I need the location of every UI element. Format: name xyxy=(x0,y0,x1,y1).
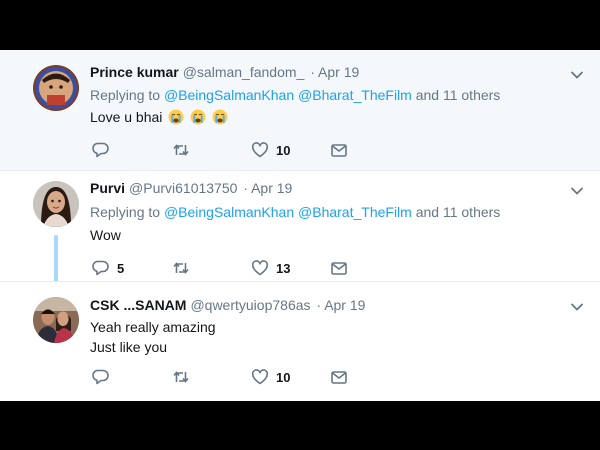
avatar[interactable] xyxy=(33,65,79,111)
reply-icon xyxy=(92,142,109,158)
avatar[interactable] xyxy=(33,181,79,227)
like-count: 13 xyxy=(276,260,291,276)
like-button[interactable]: 10 xyxy=(251,367,290,387)
chevron-down-icon[interactable] xyxy=(570,184,584,198)
display-name[interactable]: CSK ...SANAM xyxy=(90,297,186,313)
tweet-date[interactable]: Apr 19 xyxy=(318,64,359,80)
reply-count: 5 xyxy=(117,260,125,276)
tweet-actions: 5 13 xyxy=(90,258,360,278)
crying-face-icon xyxy=(212,109,228,125)
reply-button[interactable]: 5 xyxy=(92,258,124,278)
retweet-button[interactable] xyxy=(172,140,190,160)
crying-face-icon xyxy=(190,109,206,125)
tweet-header: Prince kumar @salman_fandom_ · Apr 19 xyxy=(90,64,359,80)
like-button[interactable]: 13 xyxy=(251,258,290,278)
tweet-date[interactable]: Apr 19 xyxy=(251,180,292,196)
retweet-button[interactable] xyxy=(172,258,190,278)
tweet-text: Yeah really amazing Just like you xyxy=(90,317,216,357)
tweet-text-line: Just like you xyxy=(90,339,168,355)
mention-link[interactable]: @BeingSalmanKhan xyxy=(164,204,294,220)
tweet-header: Purvi @Purvi61013750 · Apr 19 xyxy=(90,180,292,196)
tweet-text: Wow xyxy=(90,225,121,245)
tweet-header: CSK ...SANAM @qwertyuiop786as · Apr 19 xyxy=(90,297,365,313)
chevron-down-icon[interactable] xyxy=(570,68,584,82)
mention-link[interactable]: @BeingSalmanKhan xyxy=(164,87,294,103)
separator-dot: · xyxy=(243,180,249,196)
mention-link[interactable]: @Bharat_TheFilm xyxy=(298,87,412,103)
tweet-reply-purvi[interactable]: Purvi @Purvi61013750 · Apr 19 Replying to @… xyxy=(0,171,600,293)
tweet-date[interactable]: Apr 19 xyxy=(324,297,365,313)
like-button[interactable]: 10 xyxy=(251,140,290,160)
reply-icon xyxy=(92,369,109,385)
user-handle[interactable]: @Purvi61013750 xyxy=(129,180,237,196)
replies-panel: Prince kumar @salman_fandom_ · Apr 19 Reply… xyxy=(0,50,600,401)
direct-message-button[interactable] xyxy=(330,140,348,160)
direct-message-button[interactable] xyxy=(330,367,348,387)
like-count: 10 xyxy=(276,142,291,158)
display-name[interactable]: Prince kumar xyxy=(90,64,179,80)
heart-icon xyxy=(251,260,269,276)
tweet-text-line: Yeah really amazing xyxy=(90,319,216,335)
display-name[interactable]: Purvi xyxy=(90,180,125,196)
separator-dot: · xyxy=(310,64,316,80)
replying-to: Replying to @BeingSalmanKhan @Bharat_The… xyxy=(90,87,500,103)
tweet-text-content: Wow xyxy=(90,227,121,243)
others-link[interactable]: and 11 others xyxy=(416,87,501,103)
reply-button[interactable] xyxy=(92,140,117,160)
reply-button[interactable] xyxy=(92,367,117,387)
envelope-icon xyxy=(331,144,347,157)
heart-icon xyxy=(251,142,269,158)
direct-message-button[interactable] xyxy=(330,258,348,278)
envelope-icon xyxy=(331,262,347,275)
replying-to: Replying to @BeingSalmanKhan @Bharat_The… xyxy=(90,204,500,220)
user-handle[interactable]: @qwertyuiop786as xyxy=(190,297,310,313)
like-count: 10 xyxy=(276,369,291,385)
mention-link[interactable]: @Bharat_TheFilm xyxy=(298,204,412,220)
retweet-icon xyxy=(173,144,189,156)
replying-to-label: Replying to xyxy=(90,87,161,103)
tweet-reply-prince-kumar[interactable]: Prince kumar @salman_fandom_ · Apr 19 Reply… xyxy=(0,50,600,171)
replying-to-label: Replying to xyxy=(90,204,161,220)
heart-icon xyxy=(251,369,269,385)
retweet-icon xyxy=(173,262,189,274)
envelope-icon xyxy=(331,371,347,384)
crying-face-icon xyxy=(168,109,184,125)
others-link[interactable]: and 11 others xyxy=(416,204,501,220)
tweet-text-content: Love u bhai xyxy=(90,109,163,125)
tweet-reply-csk-sanam[interactable]: CSK ...SANAM @qwertyuiop786as · Apr 19 Yeah… xyxy=(0,281,600,401)
tweet-actions: 10 xyxy=(90,367,360,387)
retweet-icon xyxy=(173,371,189,383)
avatar[interactable] xyxy=(33,297,79,343)
tweet-text: Love u bhai xyxy=(90,107,228,127)
reply-icon xyxy=(92,260,109,276)
chevron-down-icon[interactable] xyxy=(570,300,584,314)
separator-dot: · xyxy=(316,297,322,313)
retweet-button[interactable] xyxy=(172,367,190,387)
user-handle[interactable]: @salman_fandom_ xyxy=(183,64,305,80)
tweet-actions: 10 xyxy=(90,140,360,160)
